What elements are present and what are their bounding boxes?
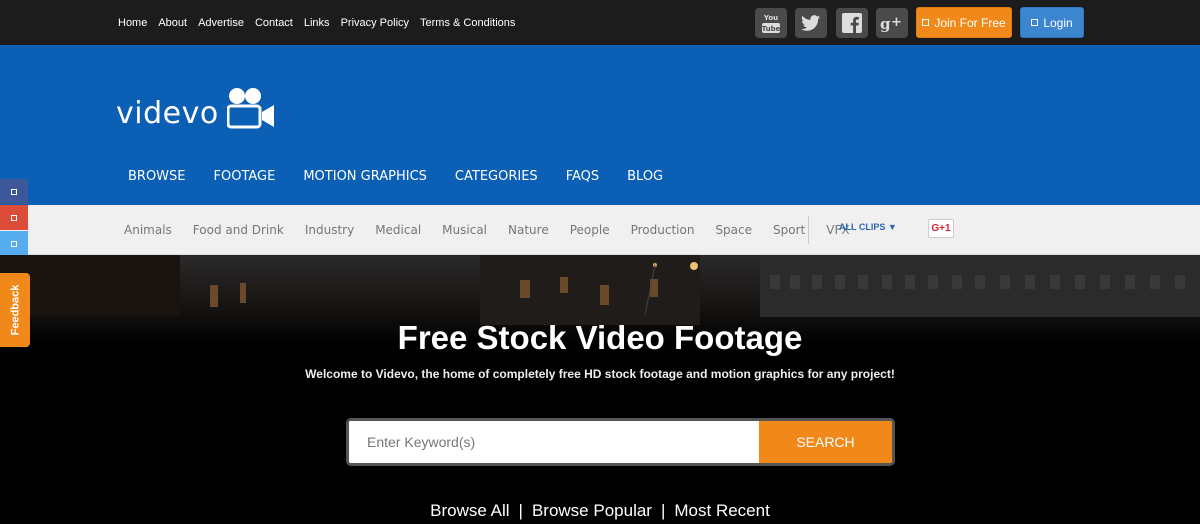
svg-text:g: g: [880, 15, 891, 32]
logo-text: videvo: [116, 96, 219, 131]
top-link-about[interactable]: About: [158, 17, 187, 29]
browse-all-link[interactable]: Browse All: [430, 501, 509, 520]
most-recent-link[interactable]: Most Recent: [674, 501, 769, 520]
svg-text:+: +: [891, 15, 902, 30]
logo[interactable]: videvo: [116, 87, 275, 129]
site-header: videvo BROWSE FOOTAGE MOTION GRAPHICS CA…: [0, 45, 1200, 205]
browse-popular-link[interactable]: Browse Popular: [532, 501, 652, 520]
top-link-contact[interactable]: Contact: [255, 17, 293, 29]
category-musical[interactable]: Musical: [442, 223, 487, 237]
login-icon: [1031, 19, 1039, 26]
top-link-privacy-policy[interactable]: Privacy Policy: [341, 17, 409, 29]
top-link-home[interactable]: Home: [118, 17, 147, 29]
feedback-tab[interactable]: Feedback: [0, 273, 30, 347]
side-tab-icon: [11, 214, 17, 221]
browse-links: Browse All | Browse Popular | Most Recent: [0, 501, 1200, 521]
top-links: Home About Advertise Contact Links Priva…: [118, 0, 526, 45]
search-input[interactable]: [349, 421, 759, 463]
search-button[interactable]: SEARCH: [759, 421, 892, 463]
twitter-icon[interactable]: [795, 8, 827, 38]
login-label: Login: [1043, 15, 1073, 30]
google-plus-icon[interactable]: g +: [876, 8, 908, 38]
category-production[interactable]: Production: [631, 223, 695, 237]
all-clips-dropdown[interactable]: ALL CLIPS ▼: [839, 222, 897, 232]
separator: |: [518, 501, 523, 520]
category-people[interactable]: People: [570, 223, 610, 237]
svg-text:Tube: Tube: [762, 25, 781, 33]
category-sport[interactable]: Sport: [773, 223, 805, 237]
category-medical[interactable]: Medical: [375, 223, 421, 237]
google-plus-one-button[interactable]: G+1: [928, 219, 954, 238]
facebook-icon[interactable]: [836, 8, 868, 38]
main-nav-motion-graphics[interactable]: MOTION GRAPHICS: [303, 169, 427, 184]
hero-section: Free Stock Video Footage Welcome to Vide…: [0, 255, 1200, 524]
category-divider: [808, 216, 809, 244]
youtube-icon[interactable]: You Tube: [755, 8, 787, 38]
hero-subtitle: Welcome to Videvo, the home of completel…: [305, 367, 895, 381]
main-nav-footage[interactable]: FOOTAGE: [214, 169, 276, 184]
side-tab-facebook[interactable]: [0, 179, 28, 204]
category-industry[interactable]: Industry: [305, 223, 354, 237]
join-for-free-button[interactable]: Join For Free: [916, 7, 1012, 38]
category-nature[interactable]: Nature: [508, 223, 549, 237]
category-links: Animals Food and Drink Industry Medical …: [124, 205, 871, 255]
search-box: SEARCH: [346, 418, 895, 466]
join-icon: [922, 19, 930, 26]
side-tab-icon: [11, 188, 17, 195]
login-button[interactable]: Login: [1020, 7, 1084, 38]
feedback-label: Feedback: [9, 284, 21, 336]
join-label: Join For Free: [934, 15, 1006, 30]
main-nav-blog[interactable]: BLOG: [627, 169, 663, 184]
side-tab-twitter[interactable]: [0, 231, 28, 256]
category-space[interactable]: Space: [715, 223, 752, 237]
main-nav-browse[interactable]: BROWSE: [128, 169, 186, 184]
svg-text:You: You: [763, 14, 778, 22]
main-nav-categories[interactable]: CATEGORIES: [455, 169, 538, 184]
top-bar: Home About Advertise Contact Links Priva…: [0, 0, 1200, 45]
top-link-links[interactable]: Links: [304, 17, 330, 29]
top-link-terms[interactable]: Terms & Conditions: [420, 17, 515, 29]
separator: |: [660, 501, 666, 520]
category-food-and-drink[interactable]: Food and Drink: [193, 223, 284, 237]
main-nav-faqs[interactable]: FAQS: [566, 169, 599, 184]
side-tab-icon: [11, 240, 17, 247]
side-tab-google-plus[interactable]: [0, 205, 28, 230]
top-link-advertise[interactable]: Advertise: [198, 17, 244, 29]
main-nav: BROWSE FOOTAGE MOTION GRAPHICS CATEGORIE…: [128, 169, 691, 184]
category-animals[interactable]: Animals: [124, 223, 172, 237]
hero-title: Free Stock Video Footage: [397, 319, 803, 356]
video-camera-icon: [226, 88, 274, 129]
category-bar: Animals Food and Drink Industry Medical …: [0, 205, 1200, 255]
